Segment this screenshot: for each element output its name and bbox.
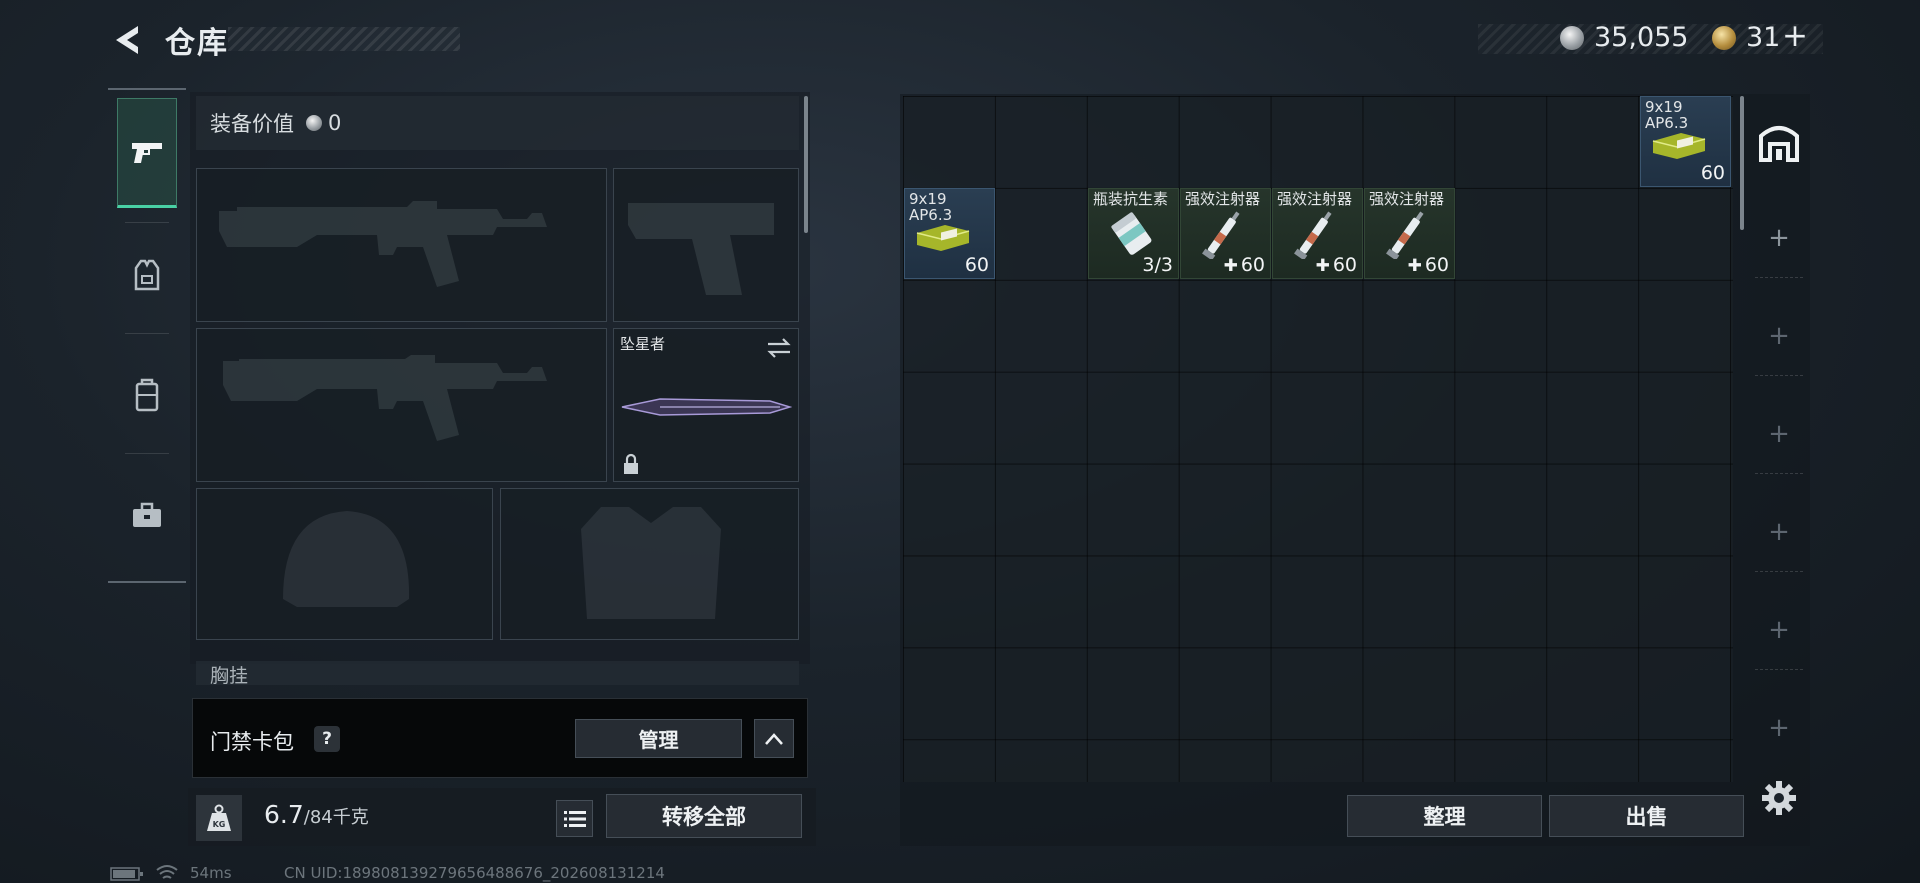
- sort-button[interactable]: 整理: [1347, 795, 1542, 837]
- silver-balance: 35,055: [1594, 22, 1689, 53]
- ammo-box-icon: [1652, 133, 1706, 159]
- equipment-value: 0: [328, 111, 342, 135]
- ping-readout: 54ms: [190, 864, 232, 882]
- storage-item-ammo[interactable]: 9x19 AP6.3 60: [1640, 96, 1731, 187]
- storage-item-syringe[interactable]: 强效注射器 60: [1180, 188, 1271, 279]
- nav-divider: [125, 453, 169, 454]
- briefcase-icon: [133, 502, 161, 527]
- pistol-icon: [132, 143, 162, 163]
- sidearm-slot[interactable]: [613, 168, 799, 322]
- battery-icon: [110, 867, 143, 881]
- nav-divider: [125, 333, 169, 334]
- equipment-scrollbar[interactable]: [804, 96, 808, 233]
- item-count: 60: [1408, 254, 1449, 276]
- add-gold-button[interactable]: +: [1782, 18, 1808, 54]
- silver-coin-icon: [306, 115, 322, 131]
- knife-icon: [621, 398, 792, 416]
- add-storage-tab-button[interactable]: +: [1755, 394, 1803, 474]
- storage-scrollbar[interactable]: [1740, 96, 1744, 230]
- equipment-value-bar: 装备价值 0: [196, 96, 799, 150]
- keycard-label: 门禁卡包: [210, 730, 294, 754]
- assault-rifle-icon: [219, 201, 547, 287]
- melee-slot[interactable]: 坠星者: [613, 328, 799, 482]
- transfer-all-button[interactable]: 转移全部: [606, 794, 802, 838]
- add-storage-tab-button[interactable]: +: [1755, 590, 1803, 670]
- weight-readout: 6.7/84千克: [264, 800, 369, 829]
- storage-item-antibiotics[interactable]: 瓶装抗生素 3/3: [1088, 188, 1179, 279]
- primary-weapon-slot[interactable]: [196, 168, 607, 322]
- item-label: 9x19 AP6.3: [909, 190, 953, 224]
- syringe-icon: [1294, 211, 1332, 259]
- item-count: 60: [1316, 254, 1357, 276]
- item-label: 强效注射器: [1277, 190, 1353, 208]
- warehouse-icon: [1759, 126, 1799, 162]
- uid-readout: CN UID:18980813927965648867​6_2026081312…: [284, 864, 665, 882]
- wifi-icon: [156, 865, 178, 879]
- page-title: 仓库: [165, 26, 229, 61]
- weight-icon-box: KG: [196, 795, 242, 841]
- weight-current: 6.7: [264, 800, 304, 829]
- manage-button[interactable]: 管理: [575, 719, 742, 758]
- nav-weapons[interactable]: [117, 98, 177, 208]
- silver-coin-icon: [1560, 26, 1584, 50]
- help-icon[interactable]: ?: [314, 726, 340, 752]
- item-label: 强效注射器: [1185, 190, 1261, 208]
- assault-rifle-icon: [223, 355, 547, 441]
- item-count: 3/3: [1142, 254, 1173, 276]
- syringe-icon: [1386, 211, 1424, 259]
- item-count: 60: [964, 254, 989, 276]
- item-label: 强效注射器: [1369, 190, 1445, 208]
- secondary-weapon-slot[interactable]: [196, 328, 607, 482]
- gold-balance: 31: [1746, 22, 1781, 53]
- syringe-icon: [1202, 211, 1240, 259]
- swap-icon[interactable]: [766, 337, 792, 359]
- backpack-icon: [135, 378, 159, 412]
- equipment-value-label: 装备价值: [210, 112, 294, 136]
- pill-bottle-icon: [1111, 212, 1152, 255]
- storage-tab-warehouse[interactable]: [1754, 100, 1804, 186]
- add-storage-tab-button[interactable]: +: [1755, 688, 1803, 768]
- gold-coin-icon: [1712, 26, 1736, 50]
- storage-item-syringe[interactable]: 强效注射器 60: [1364, 188, 1455, 279]
- item-label: 9x19 AP6.3: [1645, 98, 1689, 132]
- weight-icon: KG: [207, 804, 231, 831]
- nav-gear[interactable]: [117, 220, 177, 330]
- chest-rig-label: 胸挂: [210, 665, 249, 685]
- collapse-button[interactable]: [754, 719, 794, 758]
- title-stripe-decor: [228, 27, 460, 51]
- chevron-up-icon: [765, 732, 783, 745]
- melee-slot-name: 坠星者: [620, 335, 666, 353]
- ammo-box-icon: [916, 225, 970, 251]
- pistol-silhouette-icon: [628, 203, 774, 295]
- chest-rig-row[interactable]: 胸挂: [196, 661, 799, 685]
- nav-toolbox[interactable]: [117, 460, 177, 570]
- list-icon: [563, 810, 586, 827]
- storage-item-syringe[interactable]: 强效注射器 60: [1272, 188, 1363, 279]
- armor-slot[interactable]: [500, 488, 799, 640]
- lock-icon: [624, 453, 638, 474]
- item-label: 瓶装抗生素: [1093, 190, 1169, 208]
- weight-icon-text: KG: [213, 820, 226, 829]
- add-storage-tab-button[interactable]: +: [1755, 492, 1803, 572]
- item-count: 60: [1224, 254, 1265, 276]
- storage-item-ammo[interactable]: 9x19 AP6.3 60: [904, 188, 995, 279]
- sell-button[interactable]: 出售: [1549, 795, 1744, 837]
- nav-backpack[interactable]: [117, 340, 177, 450]
- vest-icon: [134, 259, 160, 291]
- list-view-button[interactable]: [556, 800, 593, 837]
- weight-max: /84千克: [303, 807, 369, 828]
- back-arrow-icon[interactable]: [108, 20, 148, 60]
- body-armor-icon: [581, 507, 721, 619]
- add-storage-tab-button[interactable]: +: [1755, 296, 1803, 376]
- helmet-slot[interactable]: [196, 488, 493, 640]
- item-count: 60: [1700, 162, 1725, 184]
- gear-icon[interactable]: [1760, 779, 1798, 817]
- helmet-icon: [283, 511, 410, 607]
- add-storage-tab-button[interactable]: +: [1755, 198, 1803, 278]
